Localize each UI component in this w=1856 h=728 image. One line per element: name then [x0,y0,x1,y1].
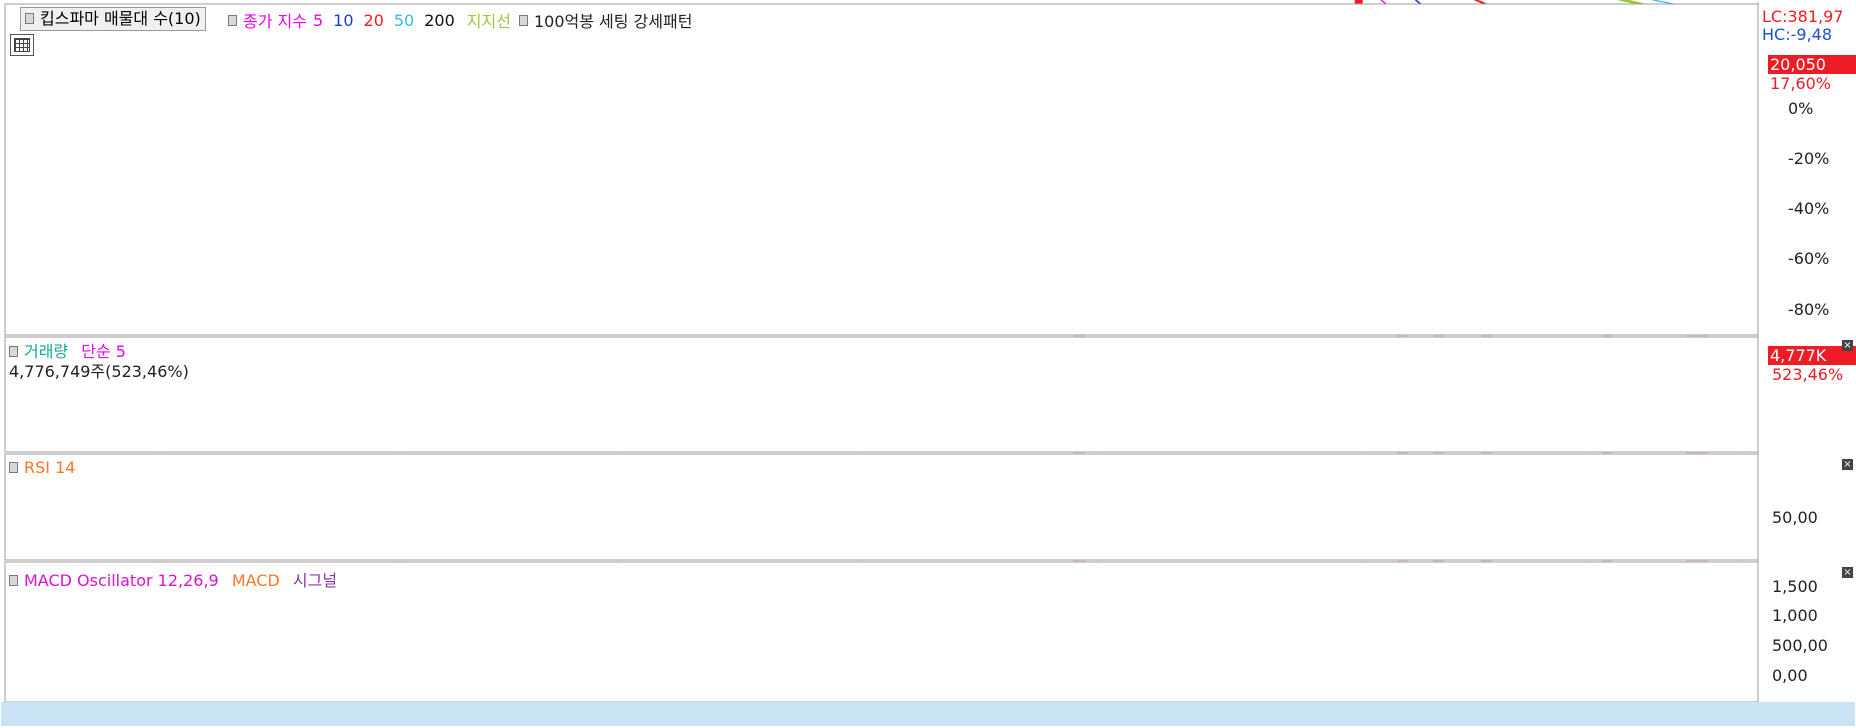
support-legend-label: 지지선 [466,12,511,31]
macd-axis-label: 1,500 [1772,577,1818,596]
macd-axis-label: 1,000 [1772,606,1818,625]
price-tag-label: 20,050 [1770,55,1826,74]
price-tick-label: 0% [1788,99,1813,118]
rsi-title: RSI 14 [24,458,76,477]
price-tick-label: -80% [1788,300,1829,319]
toggle-icon[interactable] [228,14,237,26]
macd-axis-label: 0,00 [1772,666,1808,685]
toggle-icon[interactable] [9,575,18,586]
ma5-period: 5 [312,10,324,30]
macd-pane-legend[interactable]: MACD Oscillator 12,26,9 MACD 시그널 [9,567,337,591]
volume-pct-label: 523,46% [1772,365,1843,384]
close-icon[interactable]: × [1842,340,1853,351]
macd-axis-label: 500,00 [1772,636,1828,655]
hc-label: HC:-9,48 [1762,25,1832,44]
grid-icon[interactable] [10,34,34,56]
signal-title: 시그널 [292,571,338,590]
close-icon[interactable]: × [1842,567,1853,578]
rsi-axis-label: 50,00 [1772,508,1818,527]
macd-title: MACD [231,571,280,590]
chart-window: { "header": { "title_chip": "킵스파마 매물대 수(… [0,0,1856,728]
volume-tag-label: 4,777K [1770,346,1827,365]
toggle-icon[interactable] [9,462,18,473]
pane-frames [1,2,1855,726]
ma50-period: 50 [393,10,415,30]
price-tick-label: -60% [1788,249,1829,268]
toggle-icon[interactable] [518,14,528,26]
pane-frame [4,3,1759,336]
indicator-chip-title[interactable]: 킵스파마 매물대 수(10) [20,7,206,31]
price-tick-label: -40% [1788,199,1829,218]
pattern-legend-label: 100억봉 세팅 강세패턴 [533,12,693,31]
toggle-icon[interactable] [25,13,34,24]
pane-frame [4,453,1759,561]
ma20-period: 20 [363,10,384,30]
volume-info-text: 4,776,749주(523,46%) [9,362,189,381]
toggle-icon[interactable] [9,346,18,357]
pane-frame [4,336,1759,453]
pct-label: 17,60% [1770,74,1831,93]
stock-chart-canvas: 4,776,749(9,1%)3,679,293(7,0%)10,606,184… [1,0,1856,727]
ma-legend-label: 종가 지수 [243,12,307,31]
macd-osc-title: MACD Oscillator 12,26,9 [24,571,219,590]
ma10-period: 10 [333,10,354,30]
lc-label: LC:381,97 [1762,7,1843,26]
close-icon[interactable]: × [1842,459,1853,470]
x-axis-bar [1,702,1855,726]
ma-legend[interactable]: 종가 지수 5 10 20 50 200 지지선 100억봉 세팅 강세패턴 [228,8,692,32]
ma200-period: 200 [424,10,455,30]
price-tick-label: -20% [1788,149,1829,168]
chip-title-label: 킵스파마 매물대 수(10) [40,9,201,28]
rsi-pane-legend[interactable]: RSI 14 [9,458,75,477]
